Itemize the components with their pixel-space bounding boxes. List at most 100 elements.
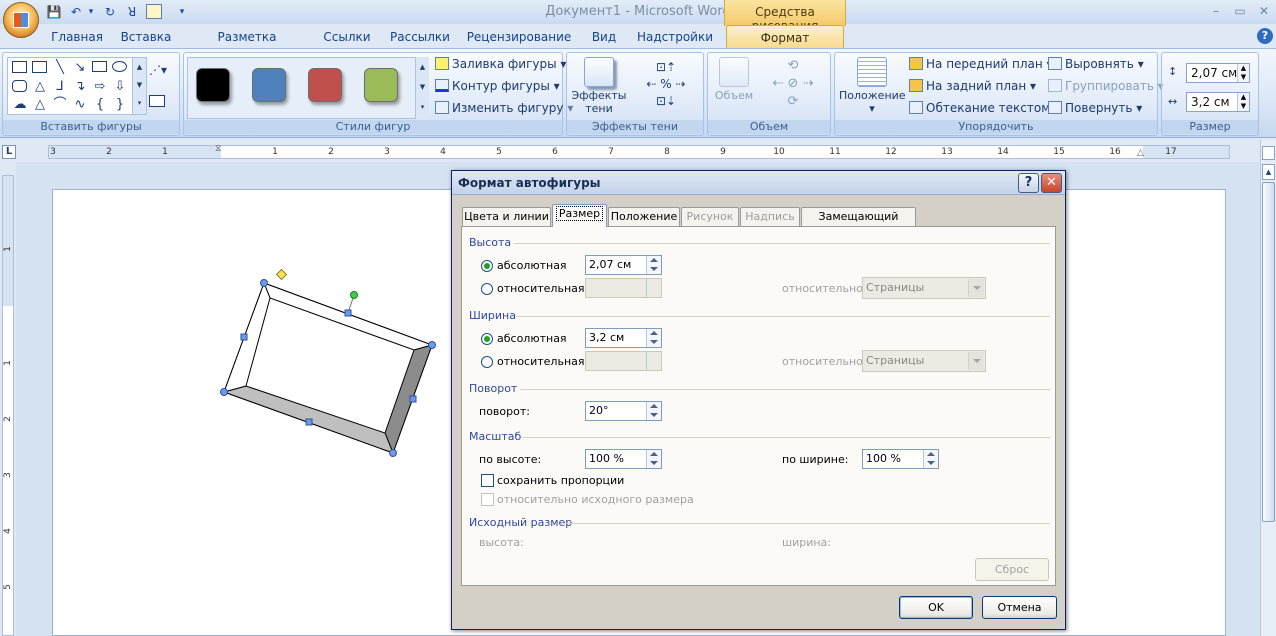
group-button[interactable]: Группировать ▾ [1048, 77, 1164, 95]
callout-shape-icon[interactable]: ☁ [12, 98, 28, 112]
brace-left-icon[interactable]: { [92, 98, 108, 112]
corner-handle[interactable] [260, 279, 268, 287]
tab-review[interactable]: Рецензирование [466, 26, 572, 48]
textbox-shape-icon[interactable] [32, 61, 47, 73]
minimize-button[interactable]: – [1206, 4, 1226, 18]
volume-button[interactable]: Объем [712, 57, 756, 102]
oval-shape-icon[interactable] [112, 61, 127, 72]
style-swatch-blue[interactable] [252, 68, 286, 102]
tab-position[interactable]: Положение [608, 207, 680, 226]
lock-aspect-checkbox[interactable] [481, 474, 494, 487]
corner-handle[interactable] [220, 388, 228, 396]
tab-insert[interactable]: Вставка [118, 26, 174, 48]
tab-addins[interactable]: Надстройки [634, 26, 716, 48]
scroll-up-icon[interactable]: ▲ [1262, 164, 1275, 180]
send-backward-button[interactable]: На задний план ▾ [909, 77, 1036, 95]
change-shape-button[interactable]: Изменить фигуру ▾ [435, 99, 573, 117]
scale-height-input[interactable]: 100 % [585, 449, 662, 469]
split-view-icon[interactable] [1262, 146, 1275, 160]
tab-size[interactable]: Размер [552, 204, 607, 227]
shapes-gallery[interactable]: ╲ ↘ △ ⅃ ↴ ⇨ ⇩ ☁ △ ⌒ ∿ { } ▲ ▼ ▾ [7, 57, 147, 115]
vertical-scrollbar[interactable]: ▲ [1260, 140, 1276, 636]
position-button[interactable]: Положение ▾ [839, 57, 906, 115]
width-absolute-radio[interactable] [481, 333, 493, 345]
ribbon-width-input[interactable]: 3,2 см ▲ ▼ [1186, 92, 1250, 112]
draw-textbox-icon[interactable] [149, 95, 165, 107]
tab-home[interactable]: Главная [48, 26, 106, 48]
style-swatch-green[interactable] [364, 68, 398, 102]
tab-stop-selector[interactable]: L [2, 145, 16, 159]
shape-fill-button[interactable]: Заливка фигуры ▾ [435, 55, 566, 73]
side-handle[interactable] [409, 395, 417, 403]
triangle-shape-icon[interactable]: △ [32, 80, 48, 94]
rect-shape-icon[interactable] [92, 61, 107, 72]
scale-width-spinner[interactable] [923, 450, 938, 468]
rectangle-shape-icon[interactable] [12, 61, 27, 73]
tab-page-layout[interactable]: Разметка страницы [188, 26, 306, 66]
ok-button[interactable]: OK [899, 596, 973, 619]
width-spinner[interactable]: ▲ ▼ [1237, 93, 1249, 111]
shape-outline-button[interactable]: Контур фигуры ▾ [435, 77, 560, 95]
elbow-arrow-icon[interactable]: ↴ [72, 80, 88, 94]
bring-forward-button[interactable]: На передний план ▾ [909, 55, 1053, 73]
style-swatch-red[interactable] [308, 68, 342, 102]
cancel-button[interactable]: Отмена [982, 596, 1057, 619]
adjust-handle[interactable] [275, 268, 288, 281]
down-arrow-shape-icon[interactable]: ⇩ [112, 80, 128, 94]
tab-view[interactable]: Вид [588, 26, 620, 48]
text-wrapping-button[interactable]: Обтекание текстом ▾ [909, 99, 1060, 117]
width-absolute-spinner[interactable] [646, 329, 661, 347]
corner-handle[interactable] [428, 341, 436, 349]
width-relative-radio[interactable] [481, 356, 493, 368]
scale-height-spinner[interactable] [646, 450, 661, 468]
arrow-shape-icon[interactable]: ↘ [72, 61, 88, 75]
side-handle[interactable] [305, 418, 313, 426]
rotation-input[interactable]: 20° [585, 401, 662, 421]
help-icon[interactable]: ? [1257, 28, 1273, 44]
height-absolute-radio[interactable] [481, 260, 493, 272]
shapes-scroll[interactable]: ▲ ▼ ▾ [132, 58, 146, 114]
rotate-button[interactable]: Повернуть ▾ [1048, 99, 1142, 117]
right-arrow-shape-icon[interactable]: ⇨ [92, 80, 108, 94]
scale-width-input[interactable]: 100 % [862, 449, 939, 469]
indent-marker-icon[interactable]: ⧖ [215, 144, 225, 160]
corner-handle[interactable] [389, 449, 397, 457]
tab-mailings[interactable]: Рассылки [388, 26, 452, 48]
dialog-close-button[interactable]: ✕ [1041, 173, 1062, 193]
tab-references[interactable]: Ссылки [320, 26, 374, 48]
right-indent-icon[interactable]: △ [1137, 148, 1147, 158]
brace-right-icon[interactable]: } [112, 98, 128, 112]
volume-tilt-icons[interactable]: ⟲ ⇠ ⊘ ⇢ ⟳ [760, 57, 826, 111]
scroll-thumb[interactable] [1262, 182, 1275, 522]
freeform-shape-icon[interactable]: △ [32, 98, 48, 112]
tab-format[interactable]: Формат [726, 25, 844, 49]
height-spinner[interactable]: ▲ ▼ [1237, 64, 1249, 82]
height-absolute-spinner[interactable] [646, 256, 661, 274]
ribbon-height-input[interactable]: 2,07 см ▲ ▼ [1186, 63, 1250, 83]
horizontal-ruler[interactable]: 3 2 1 1 2 3 4 5 6 7 8 9 10 11 12 13 14 15 16 17 ⧖ △ [48, 144, 1230, 160]
side-handle[interactable] [240, 333, 248, 341]
shadow-effects-button[interactable]: Эффекты тени [571, 57, 627, 115]
dialog-help-button[interactable]: ? [1018, 173, 1039, 193]
edit-shape-icon[interactable]: ⋰▾ [149, 63, 171, 77]
shadow-nudge-icons[interactable]: ⊡⇡ ⇠ % ⇢ ⊡⇣ [633, 59, 699, 111]
selected-bevel-shape[interactable] [210, 268, 450, 468]
rotation-spinner[interactable] [646, 402, 661, 420]
line-shape-icon[interactable]: ╲ [52, 61, 68, 75]
vertical-ruler[interactable]: 1 1 2 3 4 5 [2, 175, 14, 636]
elbow-connector-icon[interactable]: ⅃ [52, 80, 68, 94]
side-handle[interactable] [344, 309, 352, 317]
styles-scroll[interactable]: ▲ ▼ ▾ [415, 57, 429, 119]
height-absolute-input[interactable]: 2,07 см [585, 255, 662, 275]
tab-alt-text[interactable]: Замещающий текст [801, 207, 916, 241]
maximize-button[interactable]: ▭ [1230, 4, 1250, 18]
height-relative-radio[interactable] [481, 283, 493, 295]
tab-colors-lines[interactable]: Цвета и линии [462, 207, 551, 226]
curve-shape-icon[interactable]: ⌒ [52, 98, 68, 112]
office-button[interactable] [3, 2, 39, 38]
align-button[interactable]: Выровнять ▾ [1048, 55, 1144, 73]
wave-shape-icon[interactable]: ∿ [72, 98, 88, 112]
width-absolute-input[interactable]: 3,2 см [585, 328, 662, 348]
rotation-handle[interactable] [350, 291, 358, 299]
close-window-button[interactable]: ✕ [1254, 4, 1274, 18]
